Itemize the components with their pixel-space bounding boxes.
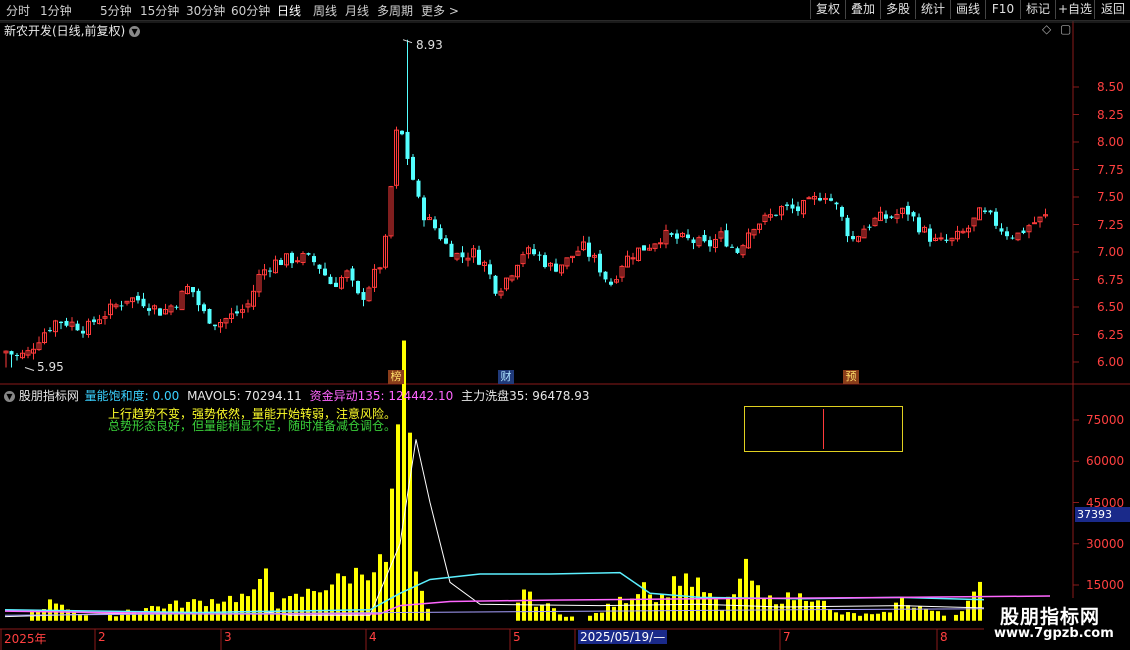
marker-rank[interactable]: 榜 [388, 370, 404, 384]
indicator-note-2: 总势形态良好，但量能稍显不足，随时准备减仓调仓。 [108, 419, 397, 433]
x-axis-label: 8 [940, 630, 948, 644]
low-price-label: 5.95 [37, 360, 64, 374]
tab-weekly[interactable]: 周线 [313, 2, 337, 19]
x-axis-label: 7 [783, 630, 791, 644]
overlay-button[interactable]: 叠加 [845, 0, 880, 19]
draw-line-button[interactable]: 画线 [950, 0, 985, 19]
chart-area[interactable] [0, 21, 1130, 650]
tab-daily[interactable]: 日线 [277, 2, 301, 19]
x-axis-label: 2025年 [4, 632, 47, 646]
tab-15min[interactable]: 15分钟 [140, 2, 179, 19]
mark-button[interactable]: 标记 [1020, 0, 1055, 19]
period-toolbar: 分时 1分钟 5分钟 15分钟 30分钟 60分钟 日线 周线 月线 多周期 更… [0, 0, 1130, 21]
marker-forecast[interactable]: 预 [843, 370, 859, 384]
indicator-name: 股朋指标网 [18, 389, 79, 403]
indicator-value-saturation: 量能饱和度: 0.00 [84, 389, 180, 403]
candlesticks [3, 39, 1048, 371]
watermark: 股朋指标网 www.7gpzb.com [984, 598, 1130, 650]
diamond-icon[interactable]: ◇ [1042, 22, 1051, 36]
high-price-label: 8.93 [416, 38, 443, 52]
tab-intraday[interactable]: 分时 [6, 2, 30, 19]
statistics-button[interactable]: 统计 [915, 0, 950, 19]
tab-30min[interactable]: 30分钟 [186, 2, 225, 19]
volume-tick-label: 60000 [1086, 454, 1125, 469]
x-axis-label: 3 [224, 630, 232, 644]
indicator-value-mavol5: MAVOL5: 70294.11 [187, 389, 302, 403]
x-axis-label: 5 [513, 630, 521, 644]
tab-multi-period[interactable]: 多周期 [377, 2, 413, 19]
price-tick-label: 8.25 [1097, 107, 1124, 122]
price-tick-label: 7.00 [1097, 245, 1124, 259]
current-volume-badge: 37393 [1075, 507, 1130, 522]
adjust-button[interactable]: 复权 [810, 0, 845, 19]
marker-finance[interactable]: 财 [498, 370, 514, 384]
add-watchlist-button[interactable]: +自选 [1055, 0, 1094, 19]
tab-5min[interactable]: 5分钟 [100, 2, 132, 19]
window-icon[interactable]: ▢ [1060, 22, 1071, 36]
tab-1min[interactable]: 1分钟 [40, 2, 72, 19]
indicator-value-fund: 资金异动135: 124442.10 [309, 389, 454, 403]
f10-button[interactable]: F10 [985, 0, 1020, 19]
indicator-value-wash: 主力洗盘35: 96478.93 [461, 389, 590, 403]
volume-tick-label: 75000 [1086, 413, 1125, 427]
price-tick-label: 6.00 [1097, 355, 1124, 369]
price-tick-label: 6.50 [1097, 300, 1124, 314]
indicator-header: ▼ 股朋指标网 量能饱和度: 0.00 MAVOL5: 70294.11 资金异… [4, 387, 589, 404]
volume-tick-label: 30000 [1086, 536, 1125, 551]
indicator-lines [4, 439, 1051, 618]
price-tick-label: 6.25 [1097, 327, 1124, 342]
price-tick-label: 6.75 [1097, 272, 1124, 287]
multi-stock-button[interactable]: 多股 [880, 0, 915, 19]
info-box [744, 406, 903, 452]
chevron-down-icon[interactable]: ▼ [4, 391, 15, 402]
price-tick-label: 8.50 [1097, 80, 1124, 94]
tab-monthly[interactable]: 月线 [345, 2, 369, 19]
back-button[interactable]: 返回 [1094, 0, 1130, 19]
tab-60min[interactable]: 60分钟 [231, 2, 270, 19]
price-tick-label: 7.25 [1097, 217, 1124, 232]
price-panel-title: 新农开发(日线,前复权) ▼ [4, 22, 141, 39]
volume-tick-label: 15000 [1086, 578, 1125, 592]
price-tick-label: 8.00 [1097, 135, 1124, 149]
x-axis-label: 4 [369, 630, 377, 644]
price-tick-label: 7.75 [1097, 162, 1124, 177]
price-tick-label: 7.50 [1097, 190, 1124, 204]
chevron-down-icon[interactable]: ▼ [129, 26, 141, 37]
x-axis-label: 2025/05/19/— [578, 630, 668, 644]
tab-more[interactable]: 更多 > [421, 2, 459, 19]
x-axis-label: 2 [98, 630, 106, 644]
